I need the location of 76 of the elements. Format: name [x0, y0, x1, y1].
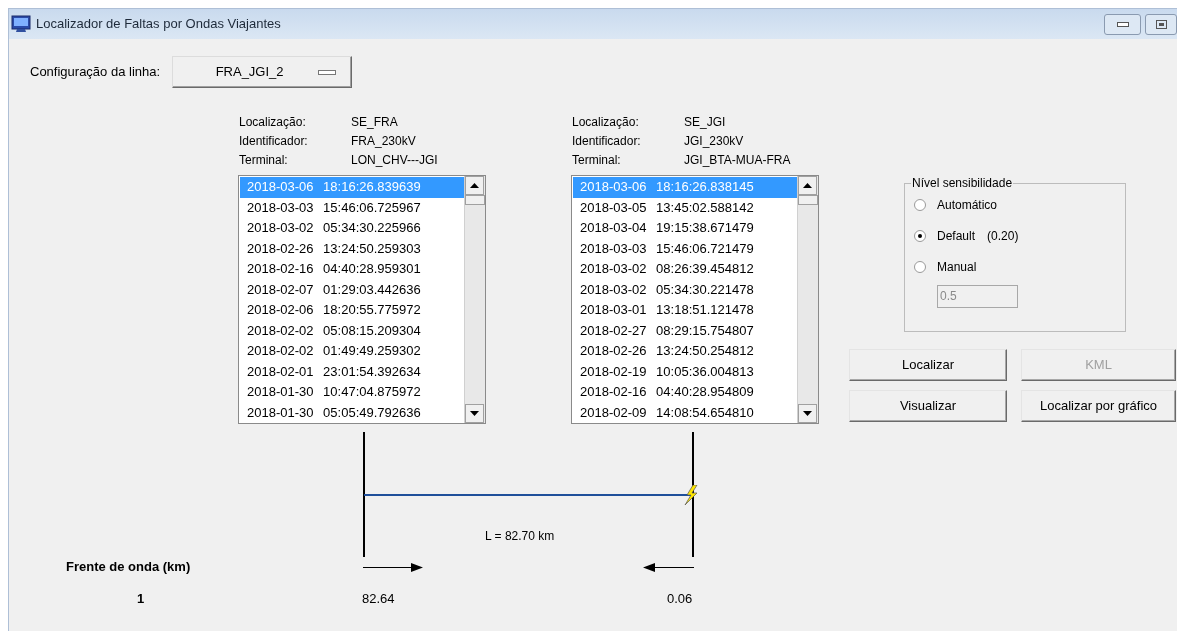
event-item[interactable]: 2018-02-02 01:49:49.259302: [240, 341, 464, 362]
field-value: FRA_230kV: [351, 133, 417, 150]
left-distance: 82.64: [362, 590, 395, 608]
event-item[interactable]: 2018-03-03 15:46:06.721479: [573, 238, 797, 259]
line-config-label: Configuração da linha:: [30, 63, 161, 82]
event-list[interactable]: [571, 175, 819, 424]
event-item[interactable]: 2018-03-02 05:34:30.221478: [573, 279, 797, 300]
event-item[interactable]: 2018-02-01 23:01:54.392634: [240, 361, 464, 382]
field-label: Localização:: [572, 114, 640, 131]
event-item[interactable]: 2018-02-02 05:08:15.209304: [240, 320, 464, 341]
field-label: Terminal:: [572, 152, 622, 169]
event-item[interactable]: 2018-02-26 13:24:50.254812: [573, 341, 797, 362]
dropdown-indicator-icon: [318, 69, 337, 75]
right-arrow-icon: [363, 563, 423, 572]
radio-label[interactable]: Automático: [937, 196, 998, 214]
action-button[interactable]: Localizar por gráfico: [1021, 390, 1176, 422]
minimize-icon: [1116, 21, 1129, 27]
down-arrow-icon: [803, 411, 812, 416]
field-label: Localização:: [239, 114, 307, 131]
field-value: JGI_BTA-MUA-FRA: [684, 152, 792, 169]
field-label: Identificador:: [572, 133, 642, 150]
action-button[interactable]: Visualizar: [849, 390, 1007, 422]
scroll-thumb[interactable]: [798, 195, 818, 205]
scrollbar[interactable]: [797, 176, 818, 423]
maximize-icon: [1155, 19, 1167, 29]
right-distance: 0.06: [667, 590, 693, 608]
fault-icon: [684, 485, 698, 505]
left-arrow-icon: [643, 563, 694, 572]
event-list[interactable]: [238, 175, 486, 424]
event-item[interactable]: 2018-02-07 01:29:03.442636: [240, 279, 464, 300]
field-value: LON_CHV---JGI: [351, 152, 439, 169]
event-item[interactable]: 2018-03-05 13:45:02.588142: [573, 197, 797, 218]
event-item[interactable]: 2018-03-04 19:15:38.671479: [573, 218, 797, 239]
event-item[interactable]: 2018-02-19 10:05:36.004813: [573, 361, 797, 382]
radio-button[interactable]: [914, 261, 926, 273]
scroll-down-button[interactable]: [798, 404, 817, 423]
action-button[interactable]: Localizar: [849, 349, 1007, 381]
event-item[interactable]: 2018-01-30 05:05:49.792636: [240, 402, 464, 423]
event-item[interactable]: 2018-03-01 13:18:51.121478: [573, 300, 797, 321]
down-arrow-icon: [470, 411, 479, 416]
scroll-up-button[interactable]: [798, 176, 817, 195]
default-value: (0.20): [987, 228, 1019, 245]
event-item[interactable]: 2018-02-16 04:40:28.959301: [240, 259, 464, 280]
event-item[interactable]: 2018-02-27 08:29:15.754807: [573, 320, 797, 341]
group-title: Nível sensibilidade: [911, 176, 1014, 190]
event-item[interactable]: 2018-03-02 05:34:30.225966: [240, 218, 464, 239]
line-length-label: L = 82.70 km: [485, 528, 555, 545]
scroll-up-button[interactable]: [465, 176, 484, 195]
radio-label[interactable]: Manual: [937, 258, 977, 276]
event-item[interactable]: 2018-02-06 18:20:55.775972: [240, 300, 464, 321]
up-arrow-icon: [803, 183, 812, 188]
line-config-dropdown[interactable]: FRA_JGI_2: [172, 56, 353, 88]
event-item[interactable]: 2018-02-16 04:40:28.954809: [573, 382, 797, 403]
field-label: Terminal:: [239, 152, 289, 169]
event-item[interactable]: 2018-01-30 10:47:04.875972: [240, 382, 464, 403]
field-value: SE_JGI: [684, 114, 727, 131]
radio-button[interactable]: [914, 199, 926, 211]
maximize-button[interactable]: [1145, 13, 1177, 35]
scroll-down-button[interactable]: [465, 404, 484, 423]
app-icon: [11, 15, 31, 33]
up-arrow-icon: [470, 183, 479, 188]
wavefront-index: 1: [137, 590, 145, 608]
scrollbar[interactable]: [464, 176, 485, 423]
radio-label[interactable]: Default: [937, 227, 976, 245]
event-item[interactable]: 2018-02-26 13:24:50.259303: [240, 238, 464, 259]
field-value: JGI_230kV: [684, 133, 745, 150]
window-title: Localizador de Faltas por Ondas Viajantes: [36, 15, 281, 34]
event-item[interactable]: 2018-02-09 14:08:54.654810: [573, 402, 797, 423]
radio-button[interactable]: [914, 230, 926, 242]
event-item[interactable]: 2018-03-02 08:26:39.454812: [573, 259, 797, 280]
event-item[interactable]: 2018-03-03 15:46:06.725967: [240, 197, 464, 218]
scroll-thumb[interactable]: [465, 195, 485, 205]
field-label: Identificador:: [239, 133, 309, 150]
field-value: SE_FRA: [351, 114, 399, 131]
minimize-button[interactable]: [1104, 13, 1141, 35]
wavefront-header: Frente de onda (km): [66, 558, 191, 576]
